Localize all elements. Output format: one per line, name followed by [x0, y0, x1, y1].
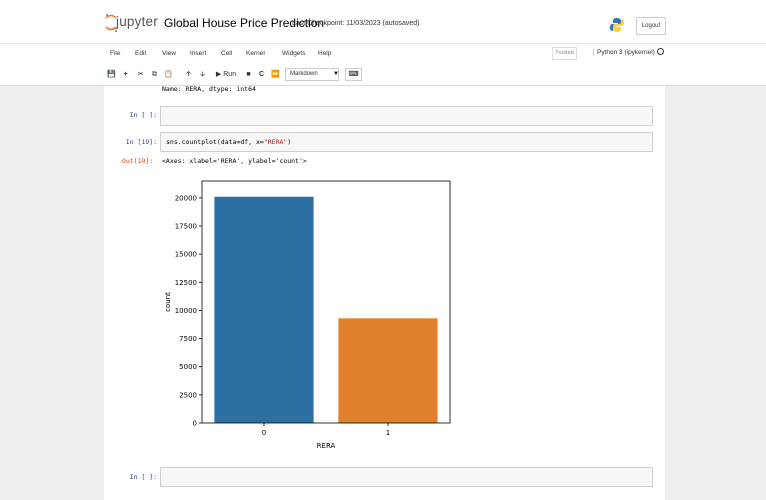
menu-widgets[interactable]: Widgets [282, 50, 305, 57]
y-tick-label: 7500 [179, 335, 197, 343]
countplot-chart: 0 2500 5000 7500 10000 12500 15000 17500 20000 0 1… [160, 172, 460, 462]
code-string: "RERA" [263, 138, 288, 146]
code-cell-empty[interactable] [160, 467, 653, 487]
menu-file[interactable]: File [110, 50, 120, 57]
output-text: <Axes: xlabel='RERA', ylabel='count'> [162, 157, 307, 165]
y-axis-label: count [164, 292, 172, 312]
cut-icon[interactable]: ✂ [135, 68, 146, 81]
y-tick-label: 0 [193, 420, 197, 428]
x-tick-label: 0 [262, 429, 266, 437]
run-button[interactable]: ▶ Run [214, 68, 238, 81]
code-prefix: sns.countplot(data=df, x= [166, 138, 264, 146]
bar-0 [214, 196, 314, 423]
move-down-icon[interactable]: 🡫 [197, 68, 208, 81]
y-tick-label: 2500 [179, 391, 197, 399]
stdout-output: Name: RERA, dtype: int64 [162, 85, 256, 93]
y-tick-label: 15000 [175, 251, 197, 259]
cell-type-select[interactable]: Markdown [285, 68, 339, 81]
menu-view[interactable]: View [162, 50, 176, 57]
python-logo-icon [610, 18, 624, 32]
code-cell-empty[interactable] [160, 106, 653, 126]
restart-run-all-icon[interactable]: ⏩ [270, 68, 281, 81]
toolbar: 💾 + ✂ ⧉ 📋 🡩 🡫 ▶ Run ■ C ⏩ Markdown ▼ ⌨ [0, 64, 766, 86]
cell-prompt: In [ ]: [129, 473, 157, 481]
menu-kernel[interactable]: Kernel [246, 50, 265, 57]
menu-insert[interactable]: Insert [190, 50, 206, 57]
header: jupyter Global House Price Prediction La… [0, 0, 766, 43]
paste-icon[interactable]: 📋 [163, 68, 174, 81]
run-icon: ▶ [215, 71, 222, 78]
x-tick-label: 1 [386, 429, 390, 437]
insert-cell-icon[interactable]: + [120, 68, 131, 81]
output-prompt: Out[19]: [122, 157, 154, 165]
bar-1 [338, 318, 438, 423]
y-tick-label: 17500 [175, 223, 197, 231]
code-suffix: ) [287, 138, 292, 146]
y-tick-label: 20000 [175, 194, 197, 202]
jupyter-notebook-page: jupyter Global House Price Prediction La… [0, 0, 766, 500]
trusted-indicator[interactable]: Trusted [552, 47, 577, 60]
menu-cell[interactable]: Cell [221, 50, 232, 57]
restart-icon[interactable]: C [257, 68, 266, 81]
y-tick-label: 12500 [175, 279, 197, 287]
logout-button[interactable]: Logout [636, 17, 666, 35]
kernel-name[interactable]: Python 3 (ipykernel) [593, 49, 655, 56]
code-cell-countplot[interactable]: sns.countplot(data=df, x="RERA") [160, 132, 653, 152]
move-up-icon[interactable]: 🡩 [183, 68, 194, 81]
interrupt-icon[interactable]: ■ [244, 68, 253, 81]
menu-help[interactable]: Help [318, 50, 331, 57]
keyboard-icon[interactable]: ⌨ [345, 68, 362, 81]
x-axis-label: RERA [317, 442, 336, 450]
kernel-status-icon [657, 48, 664, 55]
run-label: Run [223, 71, 237, 78]
save-icon[interactable]: 💾 [106, 68, 117, 81]
cell-code: sns.countplot(data=df, x="RERA") [166, 138, 291, 146]
copy-icon[interactable]: ⧉ [149, 68, 160, 81]
y-tick-label: 10000 [175, 307, 197, 315]
checkpoint-status: Last Checkpoint: 11/03/2023 (autosaved) [292, 20, 420, 27]
y-tick-label: 5000 [179, 363, 197, 371]
logo-text[interactable]: jupyter [116, 14, 158, 29]
chevron-down-icon: ▼ [333, 71, 339, 77]
cell-prompt: In [19]: [125, 138, 157, 146]
menu-edit[interactable]: Edit [135, 50, 146, 57]
cell-prompt: In [ ]: [129, 111, 157, 119]
chart-svg: 0 2500 5000 7500 10000 12500 15000 17500 20000 0 1… [164, 180, 451, 450]
